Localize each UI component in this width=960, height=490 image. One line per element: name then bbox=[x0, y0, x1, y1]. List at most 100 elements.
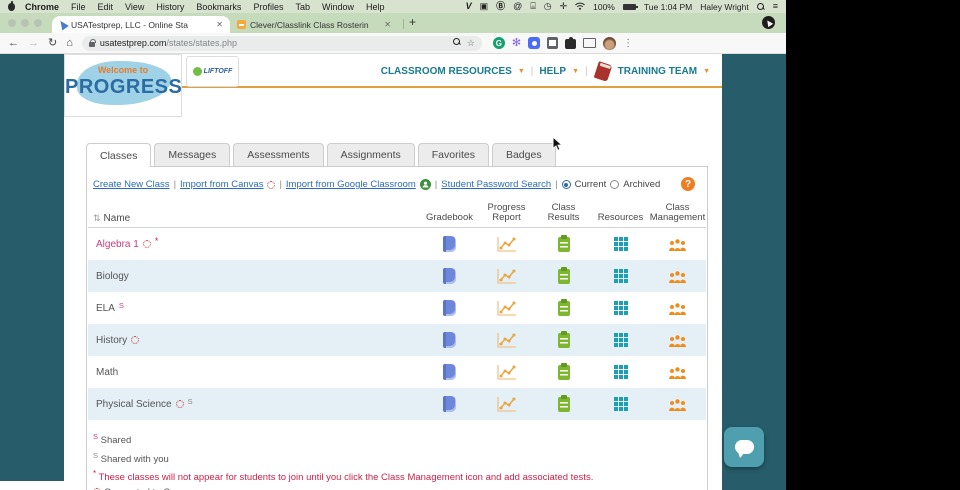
wifi-icon[interactable] bbox=[575, 2, 585, 12]
progress-report-icon[interactable] bbox=[478, 396, 535, 413]
at-icon[interactable]: @ bbox=[513, 2, 522, 11]
nav-help[interactable]: HELP bbox=[539, 66, 566, 77]
class-management-icon[interactable] bbox=[649, 270, 706, 283]
page-tab[interactable]: Badges bbox=[491, 143, 556, 166]
time-machine-icon[interactable]: ◷ bbox=[544, 2, 552, 11]
resources-icon[interactable] bbox=[592, 397, 649, 411]
resources-icon[interactable] bbox=[592, 301, 649, 315]
v-app-icon[interactable]: V bbox=[466, 2, 472, 11]
current-label[interactable]: Current bbox=[575, 179, 607, 190]
class-management-icon[interactable] bbox=[649, 302, 706, 315]
class-results-icon[interactable] bbox=[535, 362, 592, 380]
class-results-icon[interactable] bbox=[535, 330, 592, 348]
close-window-button[interactable] bbox=[8, 19, 16, 27]
progress-report-icon[interactable] bbox=[478, 268, 535, 285]
reload-button[interactable]: ↻ bbox=[48, 37, 57, 49]
import-from-google-classroom-link[interactable]: Import from Google Classroom bbox=[286, 179, 416, 190]
menu-item[interactable]: File bbox=[71, 2, 86, 12]
class-results-icon[interactable] bbox=[535, 234, 592, 252]
browser-tab-usatestprep[interactable]: USATestprep, LLC - Online Sta ✕ bbox=[52, 16, 230, 33]
import-from-canvas-link[interactable]: Import from Canvas bbox=[180, 179, 263, 190]
page-tab[interactable]: Favorites bbox=[417, 143, 489, 166]
progress-report-icon[interactable] bbox=[478, 364, 535, 381]
page-tab[interactable]: Assessments bbox=[233, 143, 324, 166]
purple-extension-icon[interactable]: ✻ bbox=[512, 37, 521, 49]
menu-item[interactable]: History bbox=[156, 2, 184, 12]
screenshot-icon[interactable]: ▣ bbox=[480, 2, 489, 11]
progress-report-icon[interactable] bbox=[478, 300, 535, 317]
grammarly-extension-icon[interactable]: G bbox=[492, 37, 505, 49]
current-radio[interactable] bbox=[561, 180, 571, 189]
progress-logo[interactable]: Welcome to PROGRESS bbox=[64, 54, 182, 117]
resources-icon[interactable] bbox=[592, 237, 649, 251]
browser-tab-clever[interactable]: Clever/Classlink Class Rosterin ✕ bbox=[230, 16, 398, 33]
spotlight-search-icon[interactable] bbox=[756, 2, 765, 11]
menu-app-name[interactable]: Chrome bbox=[25, 2, 59, 12]
zoom-page-icon[interactable] bbox=[452, 37, 461, 46]
display-icon[interactable]: ⌸ bbox=[530, 2, 535, 11]
menu-item[interactable]: Tab bbox=[295, 2, 310, 12]
student-password-search-link[interactable]: Student Password Search bbox=[441, 179, 551, 190]
class-name[interactable]: Physical Science bbox=[96, 399, 172, 410]
class-name[interactable]: Biology bbox=[96, 271, 129, 282]
gradebook-icon[interactable] bbox=[421, 268, 478, 284]
menu-item[interactable]: Edit bbox=[98, 2, 114, 12]
gradebook-icon[interactable] bbox=[421, 236, 478, 252]
class-name[interactable]: Algebra 1 bbox=[96, 239, 139, 250]
archived-radio[interactable] bbox=[610, 180, 620, 189]
nav-training-team[interactable]: TRAINING TEAM bbox=[618, 66, 697, 77]
menu-item[interactable]: Help bbox=[366, 2, 385, 12]
gradebook-icon[interactable] bbox=[421, 332, 478, 348]
class-name[interactable]: Math bbox=[96, 367, 118, 378]
class-management-icon[interactable] bbox=[649, 398, 706, 411]
class-management-icon[interactable] bbox=[649, 366, 706, 379]
class-management-icon[interactable] bbox=[649, 238, 706, 251]
class-results-icon[interactable] bbox=[535, 394, 592, 412]
page-tab[interactable]: Classes bbox=[86, 143, 152, 167]
gradebook-icon[interactable] bbox=[421, 396, 478, 412]
resources-icon[interactable] bbox=[592, 333, 649, 347]
column-name[interactable]: ⇅ Name bbox=[88, 213, 421, 224]
archived-label[interactable]: Archived bbox=[623, 179, 660, 190]
close-tab-icon[interactable]: ✕ bbox=[216, 20, 223, 29]
menubar-user[interactable]: Haley Wright bbox=[700, 2, 749, 12]
menu-item[interactable]: Bookmarks bbox=[196, 2, 241, 12]
progress-report-icon[interactable] bbox=[478, 236, 535, 253]
forward-button[interactable]: → bbox=[28, 37, 39, 49]
keyboard-icon[interactable]: ✛ bbox=[560, 2, 568, 11]
home-button[interactable]: ⌂ bbox=[66, 37, 73, 49]
sort-icon[interactable]: ⇅ bbox=[93, 213, 101, 224]
profile-avatar[interactable] bbox=[603, 36, 617, 50]
minimize-window-button[interactable] bbox=[21, 19, 29, 27]
page-tab[interactable]: Messages bbox=[154, 143, 231, 166]
gradebook-icon[interactable] bbox=[421, 364, 478, 380]
menu-item[interactable]: Window bbox=[322, 2, 354, 12]
b-app-icon[interactable]: Ⓑ bbox=[496, 2, 505, 11]
help-icon[interactable]: ? bbox=[681, 177, 695, 191]
class-results-icon[interactable] bbox=[535, 298, 592, 316]
loom-extension-icon[interactable] bbox=[528, 37, 541, 49]
back-button[interactable]: ← bbox=[8, 37, 19, 49]
class-management-icon[interactable] bbox=[649, 334, 706, 347]
resources-icon[interactable] bbox=[592, 365, 649, 379]
chat-button[interactable] bbox=[724, 427, 764, 467]
class-results-icon[interactable] bbox=[535, 266, 592, 284]
menu-item[interactable]: View bbox=[125, 2, 144, 12]
browser-menu-icon[interactable]: ⋮ bbox=[623, 38, 633, 49]
zoom-window-button[interactable] bbox=[34, 19, 42, 27]
liftoff-logo[interactable]: LIFTOFF bbox=[186, 56, 239, 87]
notes-extension-icon[interactable] bbox=[547, 37, 559, 49]
bookmark-star-icon[interactable]: ☆ bbox=[467, 38, 475, 49]
page-tab[interactable]: Assignments bbox=[326, 143, 415, 166]
control-center-icon[interactable]: ≡ bbox=[773, 2, 778, 11]
cast-icon[interactable] bbox=[583, 38, 597, 48]
class-name[interactable]: History bbox=[96, 335, 127, 346]
apple-menu-icon[interactable] bbox=[8, 0, 15, 11]
nav-classroom-resources[interactable]: CLASSROOM RESOURCES bbox=[381, 66, 512, 77]
resources-icon[interactable] bbox=[592, 269, 649, 283]
new-tab-button[interactable]: + bbox=[409, 15, 416, 29]
menu-item[interactable]: Profiles bbox=[253, 2, 283, 12]
class-name[interactable]: ELA bbox=[96, 303, 115, 314]
progress-report-icon[interactable] bbox=[478, 332, 535, 349]
extensions-puzzle-icon[interactable] bbox=[565, 37, 577, 49]
